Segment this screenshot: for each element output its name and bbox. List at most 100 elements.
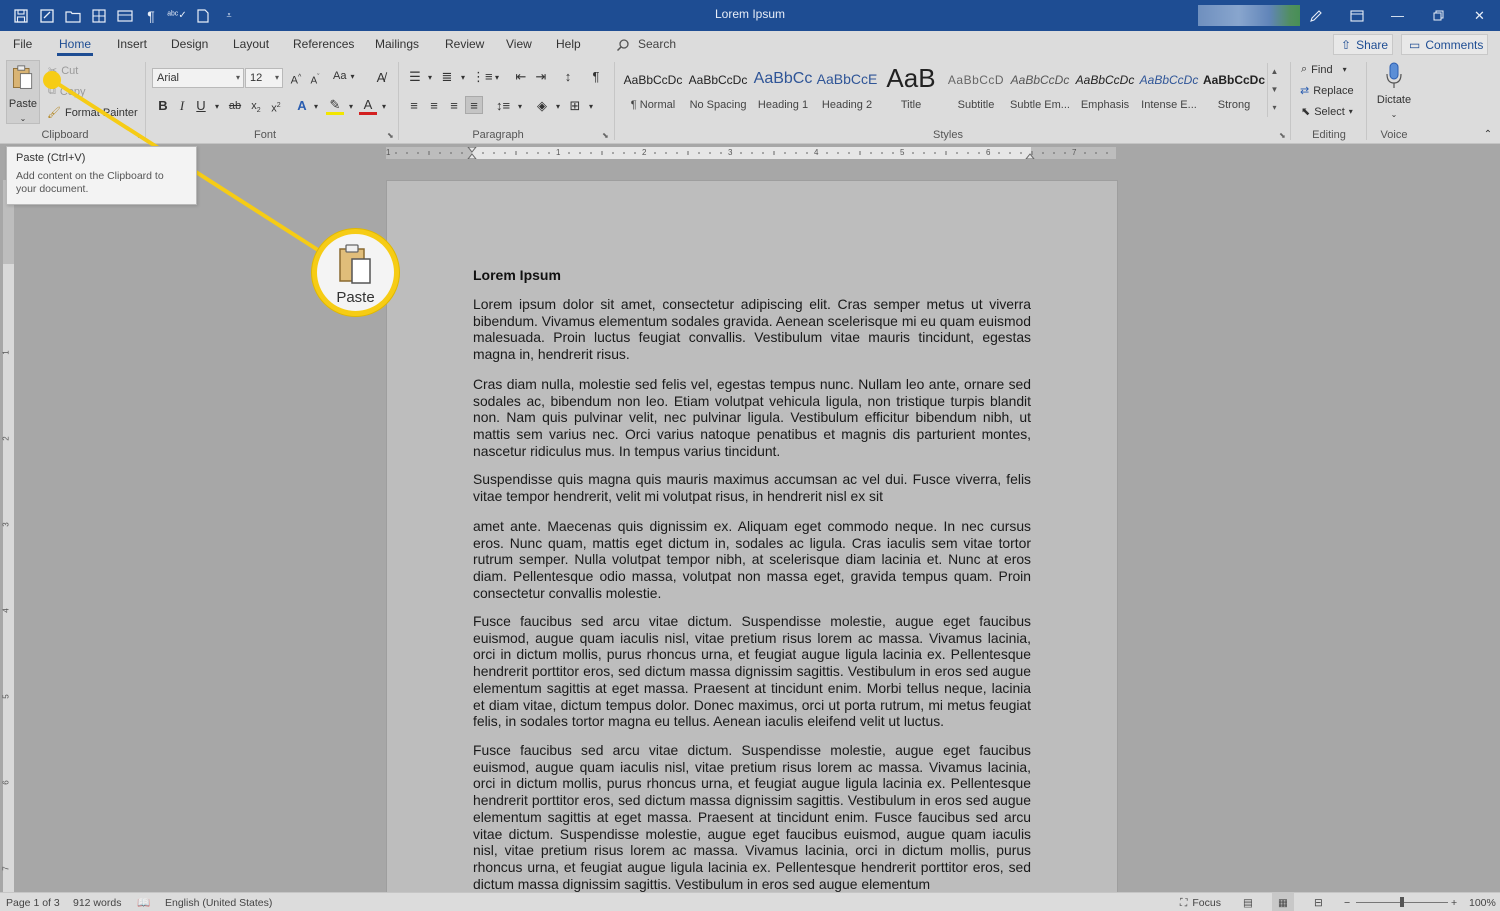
table-icon[interactable] [112,0,138,31]
web-layout-icon[interactable]: ⊟ [1314,893,1323,911]
proofing-icon[interactable]: 📖 [137,893,150,911]
style-intense-emphasis[interactable]: AaBbCcDc Intense E... [1137,63,1201,117]
zoom-slider-thumb[interactable] [1400,897,1404,907]
tab-mailings[interactable]: Mailings [375,31,419,58]
account-avatar[interactable] [1198,5,1300,26]
style-normal[interactable]: AaBbCcDc ¶ Normal [621,63,685,117]
chevron-down-icon[interactable]: ▾ [342,98,360,116]
tab-review[interactable]: Review [445,31,484,58]
superscript-icon[interactable]: x2 [267,97,285,115]
language-status[interactable]: English (United States) [165,893,272,911]
italic-icon[interactable]: I [173,97,191,115]
shrink-font-icon[interactable]: Aˇ [306,69,324,87]
chevron-down-icon[interactable]: ▾ [488,69,506,87]
styles-launcher-icon[interactable]: ⬊ [1279,131,1286,140]
customize-qat-icon[interactable]: ⩡ [216,0,242,31]
close-icon[interactable]: ✕ [1459,0,1500,31]
chevron-down-icon[interactable]: ▾ [454,69,472,87]
select-button[interactable]: ⬉ Select ▾ [1301,105,1353,119]
chevron-up-icon[interactable]: ▲ [1268,63,1281,81]
paragraph-marks-icon[interactable]: ¶ [138,0,164,31]
clear-formatting-icon[interactable]: A̸ [372,69,390,87]
chevron-down-icon[interactable]: ▾ [307,98,325,116]
tab-home[interactable]: Home [56,31,94,58]
styles-scroll[interactable]: ▲ ▼ ▾ [1267,63,1281,117]
clipboard-launcher-icon[interactable]: ⬊ [135,131,142,140]
chevron-down-icon[interactable]: ▾ [582,98,600,116]
copy-button[interactable]: ⧉ Copy [48,85,86,98]
tab-view[interactable]: View [506,31,532,58]
chevron-down-icon[interactable]: ▾ [375,98,393,116]
print-layout-icon[interactable]: ▦ [1272,893,1294,911]
tab-references[interactable]: References [293,31,354,58]
word-count[interactable]: 912 words [73,893,121,911]
chevron-down-icon[interactable]: ▾ [208,98,226,116]
read-mode-icon[interactable]: ▤ [1243,893,1253,911]
style-no-spacing[interactable]: AaBbCcDc No Spacing [686,63,750,117]
minimize-icon[interactable]: — [1377,0,1418,31]
align-center-icon[interactable]: ≡ [425,97,443,115]
find-button[interactable]: ⌕ Find ▾ [1301,63,1347,76]
style-strong[interactable]: AaBbCcDc Strong [1202,63,1266,117]
strikethrough-icon[interactable]: ab [226,97,244,115]
more-styles-icon[interactable]: ▾ [1268,99,1281,117]
chevron-down-icon[interactable]: ▼ [1268,81,1281,99]
focus-button[interactable]: ⛶ Focus [1180,893,1221,911]
pen-icon[interactable] [1295,0,1336,31]
bold-icon[interactable]: B [154,97,172,115]
search-box[interactable]: Search [616,31,676,58]
page-count[interactable]: Page 1 of 3 [6,893,60,911]
restore-icon[interactable] [1418,0,1459,31]
dictate-button[interactable]: Dictate ⌄ [1374,62,1414,119]
zoom-level[interactable]: 100% [1469,893,1496,911]
change-case-button[interactable]: Aa ▾ [333,70,354,82]
new-document-icon[interactable] [190,0,216,31]
paragraph-marks-icon[interactable]: ¶ [587,68,605,86]
style-subtitle[interactable]: AaBbCcD Subtitle [944,63,1008,117]
spelling-icon[interactable]: ᵃᵇᶜ✓ [164,0,190,31]
tab-insert[interactable]: Insert [117,31,147,58]
zoom-out-icon[interactable]: − [1344,893,1350,911]
grow-font-icon[interactable]: A^ [287,69,305,87]
zoom-slider[interactable] [1356,893,1448,911]
save-icon[interactable] [8,0,34,31]
style-subtle-emphasis[interactable]: AaBbCcDc Subtle Em... [1008,63,1072,117]
tab-file[interactable]: File [13,31,32,58]
style-title[interactable]: AaB Title [879,63,943,117]
style-heading-2[interactable]: AaBbCcE Heading 2 [815,63,879,117]
document-page[interactable]: Lorem Ipsum Lorem ipsum dolor sit amet, … [387,181,1117,892]
subscript-icon[interactable]: x2 [247,97,265,115]
chevron-down-icon[interactable]: ▾ [549,98,567,116]
ribbon-display-icon[interactable] [1336,0,1377,31]
chevron-down-icon[interactable]: ▾ [511,98,529,116]
share-button[interactable]: ⇧ Share [1333,34,1393,55]
font-launcher-icon[interactable]: ⬊ [387,131,394,140]
style-emphasis[interactable]: AaBbCcDc Emphasis [1073,63,1137,117]
justify-icon[interactable]: ≡ [465,96,483,114]
replace-button[interactable]: ⇄ Replace [1300,84,1354,98]
vertical-ruler[interactable]: 1 2 3 4 5 6 7 [2,180,14,892]
chevron-down-icon[interactable]: ▾ [421,69,439,87]
open-folder-icon[interactable] [60,0,86,31]
cut-button[interactable]: ✂ Cut [48,64,78,78]
paste-button[interactable]: Paste ⌄ [6,60,40,124]
comments-button[interactable]: ▭ Comments [1401,34,1488,55]
decrease-indent-icon[interactable]: ⇤ [512,68,530,86]
tab-layout[interactable]: Layout [233,31,269,58]
zoom-in-icon[interactable]: + [1451,893,1457,911]
tab-design[interactable]: Design [171,31,208,58]
layout-icon[interactable] [86,0,112,31]
horizontal-ruler[interactable]: 1 1 2 3 4 5 6 7 [386,147,1116,159]
format-painter-button[interactable]: 🖌 Format Painter [47,106,138,120]
font-size-select[interactable]: 12 ▾ [245,68,283,88]
autosave-icon[interactable] [34,0,60,31]
align-left-icon[interactable]: ≡ [405,97,423,115]
style-heading-1[interactable]: AaBbCc Heading 1 [751,63,815,117]
tab-help[interactable]: Help [556,31,581,58]
sort-icon[interactable]: ↕ [559,68,577,86]
increase-indent-icon[interactable]: ⇥ [532,68,550,86]
paragraph-launcher-icon[interactable]: ⬊ [602,131,609,140]
line-spacing-icon[interactable]: ↕≡ [494,97,512,115]
align-right-icon[interactable]: ≡ [445,97,463,115]
collapse-ribbon-icon[interactable]: ⌃ [1479,126,1497,144]
